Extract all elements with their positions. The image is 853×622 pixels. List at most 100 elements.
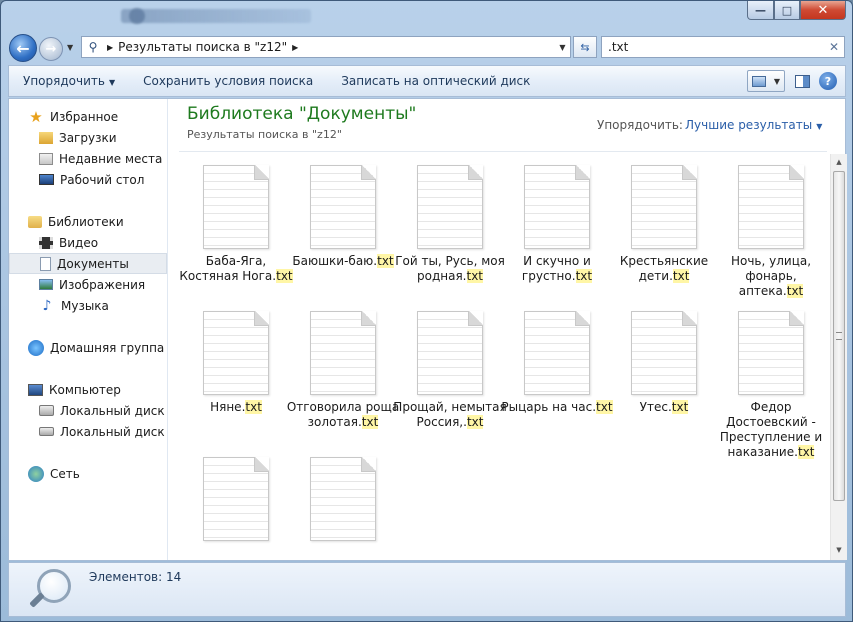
sort-dropdown[interactable]: Лучшие результаты ▼ bbox=[685, 118, 822, 132]
divider bbox=[179, 151, 827, 152]
address-bar[interactable]: ⚲ ▶ Результаты поиска в "z12" ▶ ▼ bbox=[81, 36, 571, 58]
navigation-pane: ★ Избранное Загрузки Недавние места Рабоч… bbox=[9, 99, 168, 560]
chevron-down-icon[interactable]: ▼ bbox=[774, 77, 780, 86]
save-search-button[interactable]: Сохранить условия поиска bbox=[129, 74, 327, 88]
file-item[interactable] bbox=[286, 446, 386, 560]
text-file-icon bbox=[524, 311, 590, 395]
search-value: .txt bbox=[608, 40, 629, 54]
organize-button[interactable]: Упорядочить ▼ bbox=[9, 74, 129, 88]
file-name-dot: . bbox=[462, 269, 467, 283]
preview-pane-button[interactable] bbox=[791, 70, 813, 92]
chevron-right-icon[interactable]: ▶ bbox=[292, 43, 298, 52]
file-item[interactable]: Рыцарь на час.txt bbox=[500, 300, 613, 445]
computer-icon bbox=[28, 383, 43, 396]
close-button[interactable]: ✕ bbox=[800, 1, 846, 20]
file-extension-highlight: txt bbox=[377, 254, 394, 268]
sidebar-item-disk-d[interactable]: Локальный диск (D bbox=[9, 421, 167, 442]
text-file-icon bbox=[203, 457, 269, 541]
downloads-folder-icon bbox=[39, 131, 53, 144]
file-name-base: Баба-Яга, Костяная Нога bbox=[179, 254, 273, 283]
text-file-icon bbox=[310, 311, 376, 395]
homegroup-icon bbox=[28, 339, 44, 356]
change-view-button[interactable]: ▼ bbox=[747, 70, 785, 92]
music-note-icon: ♪ bbox=[42, 297, 52, 314]
file-item[interactable]: Баба-Яга, Костяная Нога.txt bbox=[179, 154, 293, 299]
navigation-row: ← → ▼ ⚲ ▶ Результаты поиска в "z12" ▶ ▼ … bbox=[1, 31, 852, 63]
file-item[interactable]: Ночь, улица, фонарь, аптека.txt bbox=[714, 154, 814, 299]
sidebar-item-recent[interactable]: Недавние места bbox=[9, 148, 167, 169]
burn-disc-button[interactable]: Записать на оптический диск bbox=[327, 74, 544, 88]
file-item[interactable]: Федор Достоевский - Преступление и наказ… bbox=[714, 300, 822, 459]
scroll-up-arrow[interactable]: ▲ bbox=[833, 156, 845, 168]
network-icon bbox=[28, 465, 44, 482]
file-name: Гой ты, Русь, моя родная.txt bbox=[393, 254, 507, 284]
chevron-down-icon[interactable]: ▼ bbox=[554, 42, 570, 52]
file-item[interactable]: Няне.txt bbox=[179, 300, 279, 445]
arrow-right-icon: → bbox=[45, 41, 57, 57]
scroll-thumb[interactable] bbox=[833, 171, 845, 501]
file-name-base: Утес bbox=[639, 400, 668, 414]
file-item[interactable]: Крестьянские дети.txt bbox=[607, 154, 709, 299]
file-item[interactable]: Отговорила роща золотая.txt bbox=[286, 300, 399, 445]
refresh-icon: ⇆ bbox=[580, 40, 590, 54]
minimize-button[interactable]: — bbox=[747, 1, 774, 20]
preview-pane-icon bbox=[794, 74, 810, 88]
chevron-right-icon[interactable]: ▶ bbox=[107, 43, 113, 52]
file-item[interactable]: Баюшки-баю.txt bbox=[286, 154, 394, 299]
file-name: И скучно и грустно.txt bbox=[500, 254, 614, 284]
clear-search-icon[interactable]: ✕ bbox=[829, 40, 839, 54]
command-bar: Упорядочить ▼ Сохранить условия поиска За… bbox=[8, 65, 846, 97]
arrow-left-icon: ← bbox=[16, 38, 30, 58]
star-icon: ★ bbox=[29, 107, 43, 126]
back-button[interactable]: ← bbox=[9, 34, 37, 62]
file-name-base: Крестьянские дети bbox=[619, 254, 709, 283]
file-name-base: Отговорила роща золотая bbox=[286, 400, 400, 429]
sidebar-item-documents[interactable]: Документы bbox=[9, 253, 167, 274]
file-item[interactable]: Гой ты, Русь, моя родная.txt bbox=[393, 154, 505, 299]
file-name: Прощай, немытая Россия,.txt bbox=[393, 400, 507, 430]
file-name-dot: . bbox=[571, 269, 576, 283]
search-input[interactable]: .txt ✕ bbox=[601, 36, 845, 58]
file-name-base: Няне bbox=[210, 400, 242, 414]
sidebar-item-network[interactable]: Сеть bbox=[9, 463, 167, 484]
explorer-window: — □ ✕ ← → ▼ ⚲ ▶ Результаты поиска в "z12… bbox=[0, 0, 853, 622]
breadcrumb-search-results[interactable]: Результаты поиска в "z12" bbox=[118, 40, 287, 54]
maximize-button[interactable]: □ bbox=[774, 1, 800, 20]
text-file-icon bbox=[203, 311, 269, 395]
file-name: Няне.txt bbox=[179, 400, 293, 415]
refresh-button[interactable]: ⇆ bbox=[573, 36, 597, 58]
text-file-icon bbox=[738, 311, 804, 395]
vertical-scrollbar[interactable]: ▲ ▼ bbox=[830, 154, 847, 560]
system-disk-icon bbox=[39, 405, 54, 416]
forward-button[interactable]: → bbox=[39, 37, 63, 61]
main-body: ★ Избранное Загрузки Недавние места Рабоч… bbox=[8, 98, 847, 561]
sidebar-item-music[interactable]: ♪ Музыка bbox=[9, 295, 167, 316]
file-extension-highlight: txt bbox=[466, 415, 484, 429]
recent-pages-dropdown[interactable]: ▼ bbox=[67, 43, 73, 52]
sidebar-item-disk-c[interactable]: Локальный диск (C bbox=[9, 400, 167, 421]
file-name-base: Гой ты, Русь, моя родная bbox=[395, 254, 505, 283]
sidebar-item-video[interactable]: Видео bbox=[9, 232, 167, 253]
help-button[interactable]: ? bbox=[819, 72, 837, 90]
search-folder-icon: ⚲ bbox=[88, 40, 98, 54]
sidebar-item-images[interactable]: Изображения bbox=[9, 274, 167, 295]
text-file-icon bbox=[417, 165, 483, 249]
file-item[interactable]: И скучно и грустно.txt bbox=[500, 154, 600, 299]
file-extension-highlight: txt bbox=[245, 400, 262, 414]
file-extension-highlight: txt bbox=[797, 445, 815, 459]
sidebar-item-favorites[interactable]: ★ Избранное bbox=[9, 106, 167, 127]
sidebar-item-computer[interactable]: Компьютер bbox=[9, 379, 167, 400]
text-file-icon bbox=[738, 165, 804, 249]
file-name-base: Баюшки-баю bbox=[292, 254, 374, 268]
file-name: Утес.txt bbox=[607, 400, 721, 415]
file-item[interactable]: Прощай, немытая Россия,.txt bbox=[393, 300, 507, 445]
view-icon bbox=[751, 75, 766, 87]
sidebar-item-downloads[interactable]: Загрузки bbox=[9, 127, 167, 148]
scroll-down-arrow[interactable]: ▼ bbox=[833, 544, 845, 556]
sidebar-item-desktop[interactable]: Рабочий стол bbox=[9, 169, 167, 190]
file-item[interactable]: Утес.txt bbox=[607, 300, 707, 445]
sidebar-item-homegroup[interactable]: Домашняя группа bbox=[9, 337, 167, 358]
sidebar-item-libraries[interactable]: Библиотеки bbox=[9, 211, 167, 232]
file-item[interactable] bbox=[179, 446, 279, 560]
sort-label: Упорядочить: bbox=[597, 118, 683, 132]
